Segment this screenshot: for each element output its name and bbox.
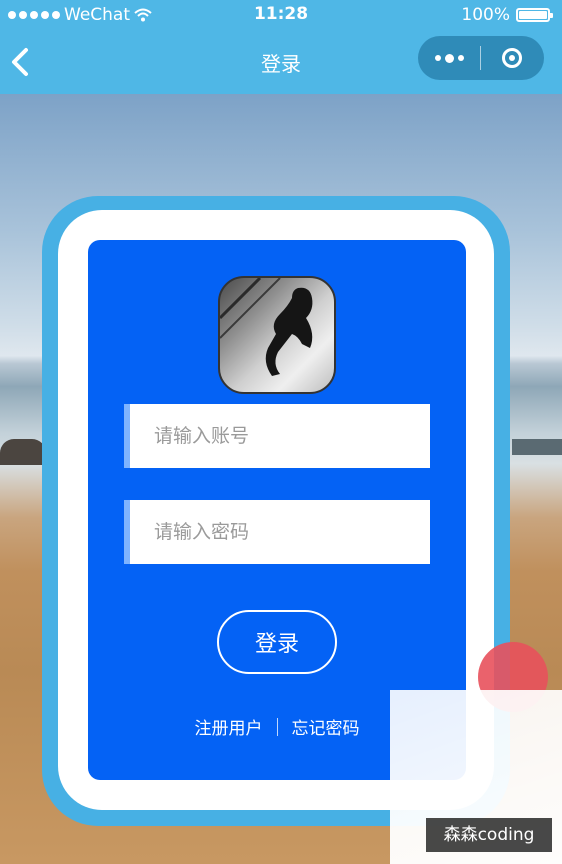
battery-percent: 100% (461, 5, 510, 25)
register-link[interactable]: 注册用户 (195, 714, 263, 739)
watermark: 森森coding (426, 818, 552, 852)
close-mini-program-button[interactable] (481, 48, 543, 68)
account-input[interactable] (130, 404, 430, 468)
status-bar: WeChat 11:28 100% (0, 0, 562, 30)
account-field (124, 404, 430, 468)
forgot-password-link[interactable]: 忘记密码 (292, 714, 360, 739)
battery-status: 100% (461, 5, 553, 25)
password-field (124, 500, 430, 564)
nav-bar: 登录 (0, 30, 562, 94)
battery-icon (516, 8, 553, 22)
sea-shape (512, 439, 562, 455)
links-divider (276, 717, 278, 736)
more-menu-button[interactable] (418, 53, 480, 63)
rock-shape (0, 439, 46, 465)
login-button[interactable]: 登录 (217, 610, 337, 674)
avatar (218, 276, 336, 394)
mini-program-capsule (418, 36, 544, 80)
avatar-silhouette-icon (220, 278, 313, 376)
password-input[interactable] (130, 500, 430, 564)
close-circle-icon (502, 48, 522, 68)
